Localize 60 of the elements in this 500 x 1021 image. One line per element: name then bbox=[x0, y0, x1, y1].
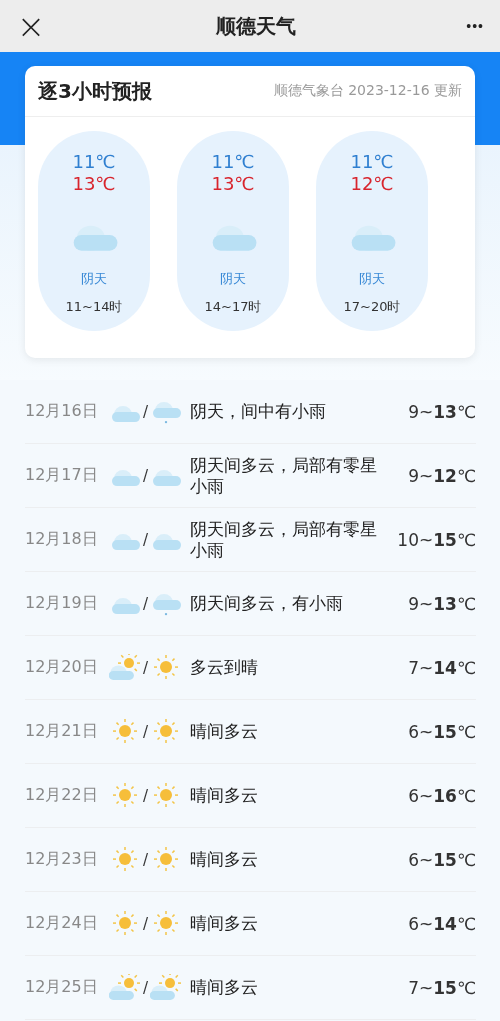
low-temp: 11℃ bbox=[211, 151, 255, 173]
separator: / bbox=[143, 850, 149, 869]
weather-description: 晴间多云 bbox=[190, 913, 260, 934]
date-label: 12月23日 bbox=[25, 849, 99, 870]
high-temp: 13℃ bbox=[72, 173, 116, 195]
sun-cloud-icon bbox=[109, 973, 141, 1002]
weather-label: 阴天 bbox=[359, 269, 385, 288]
temperature-range: 9~13℃ bbox=[407, 401, 476, 422]
weather-description: 多云到晴 bbox=[190, 657, 260, 678]
separator: / bbox=[143, 594, 149, 613]
weather-label: 阴天 bbox=[220, 269, 246, 288]
separator: / bbox=[143, 914, 149, 933]
date-label: 12月19日 bbox=[25, 593, 99, 614]
high-temp: 12℃ bbox=[350, 173, 394, 195]
weather-description: 晴间多云 bbox=[190, 785, 260, 806]
date-label: 12月24日 bbox=[25, 913, 99, 934]
weather-description: 晴间多云 bbox=[190, 721, 260, 742]
weather-label: 阴天 bbox=[81, 269, 107, 288]
low-temp: 11℃ bbox=[350, 151, 394, 173]
time-range: 17~20时 bbox=[343, 297, 401, 316]
date-label: 12月17日 bbox=[25, 465, 99, 486]
temperature-range: 9~13℃ bbox=[407, 593, 476, 614]
separator: / bbox=[143, 786, 149, 805]
separator: / bbox=[143, 722, 149, 741]
weather-description: 阴天，间中有小雨 bbox=[190, 401, 328, 422]
low-temp: 11℃ bbox=[72, 151, 116, 173]
temperature-range: 7~14℃ bbox=[407, 657, 476, 678]
separator: / bbox=[143, 658, 149, 677]
temperature-range: 7~15℃ bbox=[407, 977, 476, 998]
date-label: 12月20日 bbox=[25, 657, 99, 678]
temperature-range: 9~12℃ bbox=[407, 465, 476, 486]
weather-description: 阴天间多云，局部有零星小雨 bbox=[190, 454, 379, 497]
card-title: 逐3小时预报 bbox=[38, 77, 152, 105]
temperature-range: 6~15℃ bbox=[407, 849, 476, 870]
separator: / bbox=[143, 530, 149, 549]
sun-cloud-icon bbox=[150, 973, 183, 1002]
close-button[interactable]: × bbox=[16, 9, 46, 43]
page-title: 顺德天气 bbox=[216, 12, 297, 40]
weather-description: 晴间多云 bbox=[190, 977, 260, 998]
date-label: 12月22日 bbox=[25, 785, 99, 806]
date-label: 12月16日 bbox=[25, 401, 99, 422]
separator: / bbox=[143, 466, 149, 485]
temperature-range: 6~16℃ bbox=[407, 785, 476, 806]
separator: / bbox=[143, 402, 149, 421]
high-temp: 13℃ bbox=[211, 173, 255, 195]
more-button[interactable]: ••• bbox=[466, 18, 484, 34]
weather-description: 晴间多云 bbox=[190, 849, 260, 870]
date-label: 12月18日 bbox=[25, 529, 99, 550]
sun-cloud-icon bbox=[109, 653, 141, 682]
temperature-range: 6~15℃ bbox=[407, 721, 476, 742]
update-source: 顺德气象台 2023-12-16 更新 bbox=[273, 82, 462, 100]
time-range: 14~17时 bbox=[204, 297, 262, 316]
separator: / bbox=[143, 978, 149, 997]
date-label: 12月21日 bbox=[25, 721, 99, 742]
temperature-range: 10~15℃ bbox=[396, 529, 476, 550]
weather-description: 阴天间多云，局部有零星小雨 bbox=[190, 518, 379, 561]
temperature-range: 6~14℃ bbox=[407, 913, 476, 934]
weather-description: 阴天间多云，有小雨 bbox=[190, 593, 345, 614]
date-label: 12月25日 bbox=[25, 977, 99, 998]
time-range: 11~14时 bbox=[65, 297, 123, 316]
